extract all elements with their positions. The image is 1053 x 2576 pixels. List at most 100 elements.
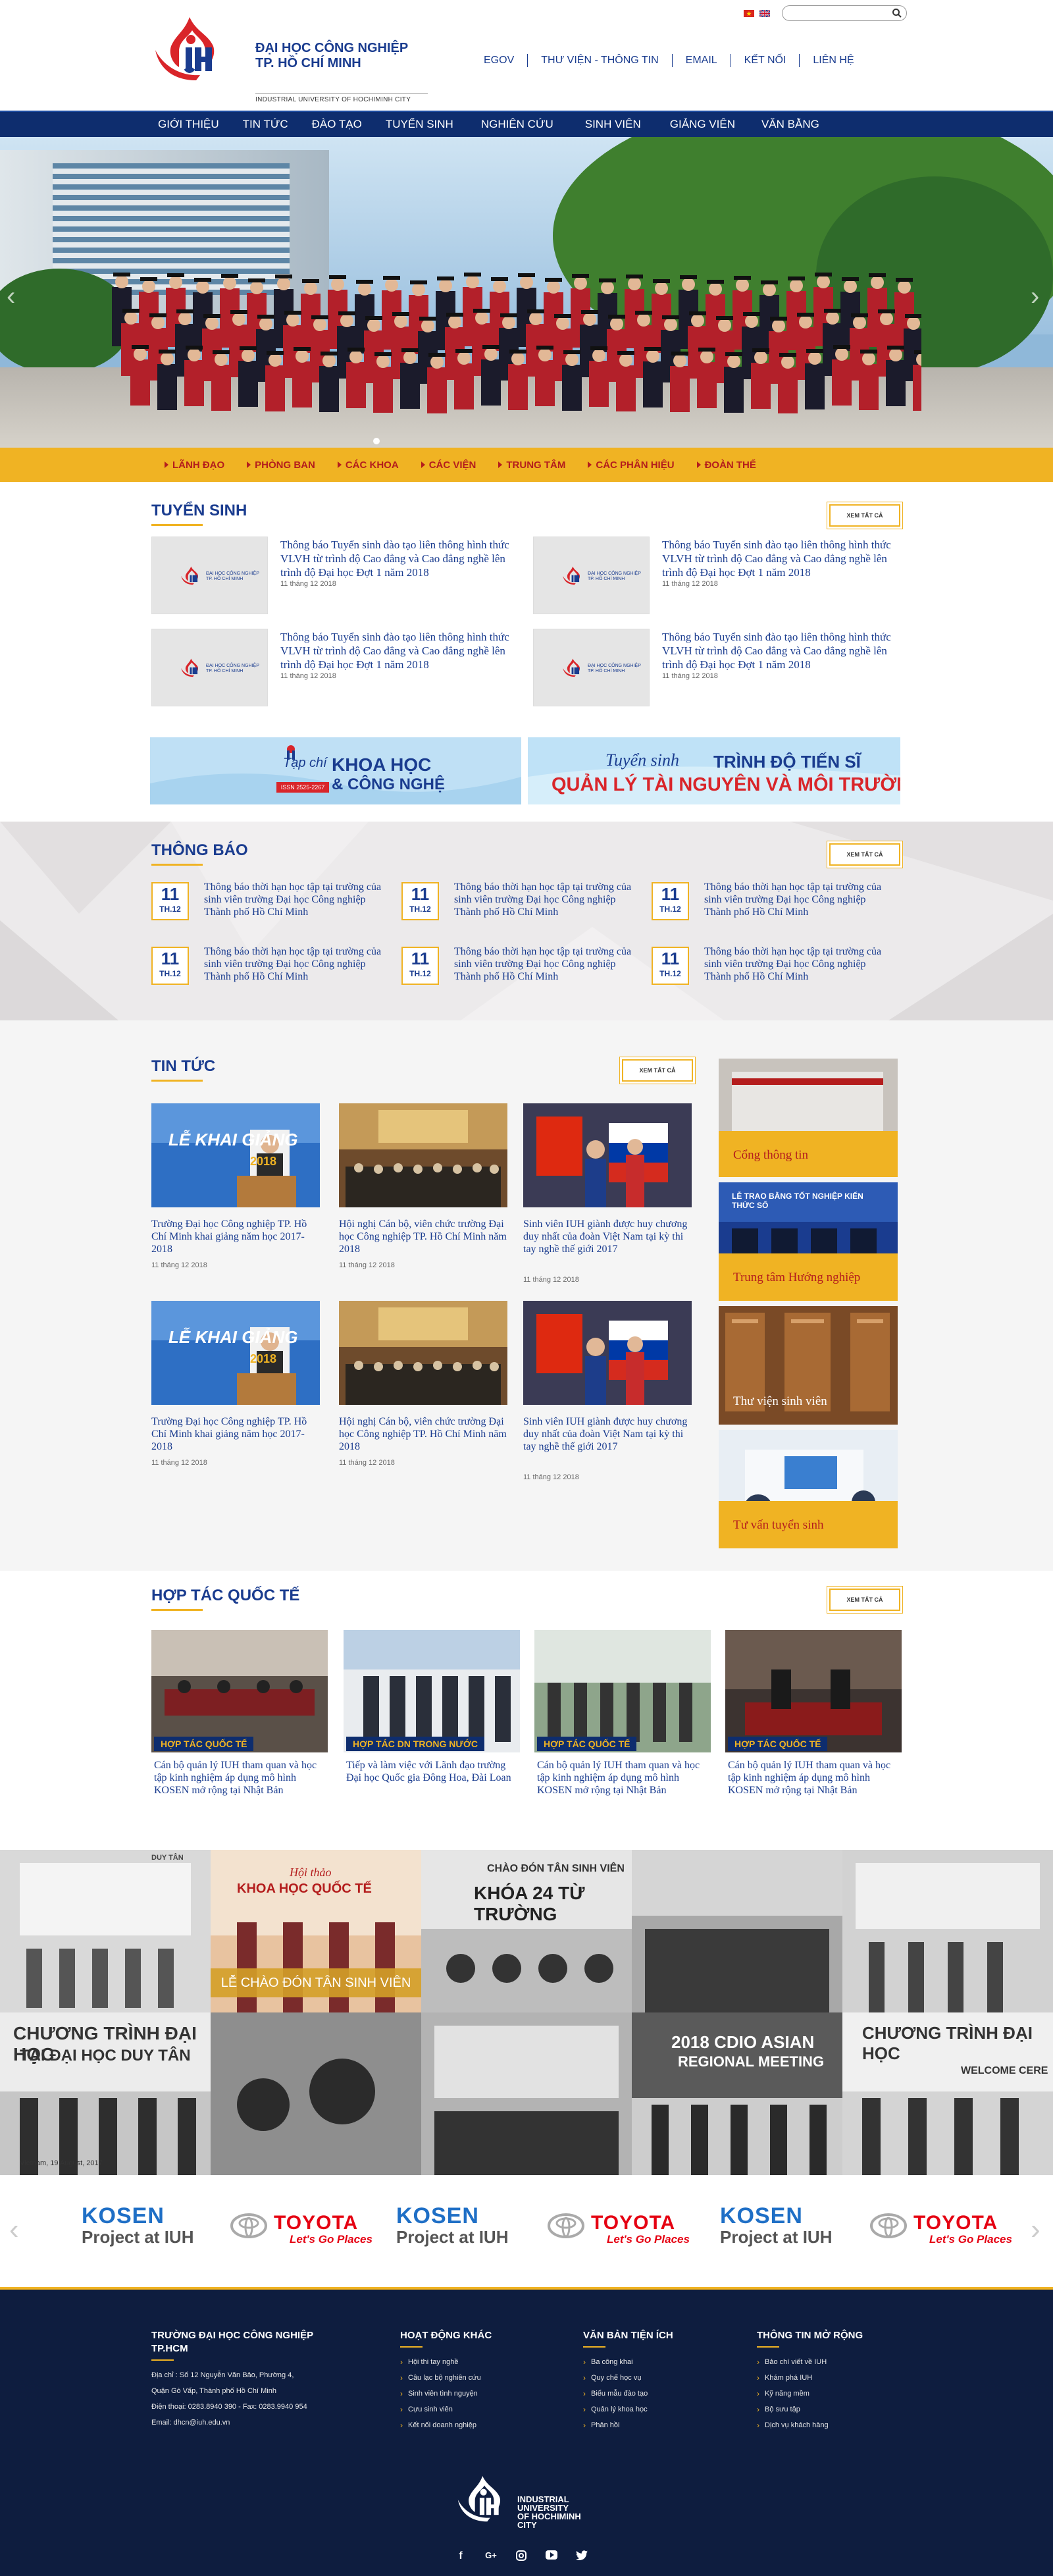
google-plus-icon[interactable]: G+: [484, 2550, 498, 2564]
news-title[interactable]: Hội nghị Cán bộ, viên chức trường Đại họ…: [339, 1218, 509, 1255]
nav-item-nghien-cuu[interactable]: NGHIÊN CỨU: [465, 112, 569, 138]
gallery-photo[interactable]: CHƯƠNG TRÌNH ĐẠI HỌC TẠI ĐẠI HỌC DUY TÂN: [0, 2012, 211, 2175]
cooperation-item[interactable]: HỢP TÁC QUỐC TẾ Cán bộ quản lý IUH tham …: [534, 1630, 711, 1814]
youtube-icon[interactable]: [545, 2550, 558, 2564]
footer-link[interactable]: › Cựu sinh viên: [400, 2402, 492, 2417]
subnav-item-trung-tam[interactable]: TRUNG TÂM: [498, 460, 565, 471]
view-all-hop-tac-button[interactable]: XEM TẤT CẢ: [829, 1589, 900, 1611]
subnav-item-lanh-dao[interactable]: LÃNH ĐẠO: [165, 460, 224, 471]
news-item[interactable]: Hội nghị Cán bộ, viên chức trường Đại họ…: [339, 1103, 509, 1275]
view-all-tuyen-sinh-button[interactable]: XEM TẤT CẢ: [829, 504, 900, 527]
cooperation-item[interactable]: HỢP TÁC QUỐC TẾ Cán bộ quản lý IUH tham …: [725, 1630, 902, 1814]
footer-link[interactable]: › Biểu mẫu đào tạo: [583, 2386, 673, 2402]
partner-logo-toyota[interactable]: TOYOTA Let's Go Places: [230, 2213, 372, 2246]
footer-link[interactable]: › Hội thi tay nghề: [400, 2354, 492, 2370]
site-logo[interactable]: ĐẠI HỌC CÔNG NGHIỆP TP. HỒ CHÍ MINH INDU…: [150, 12, 428, 103]
gallery-photo[interactable]: CHÀO ĐÓN TÂN SINH VIÊN KHÓA 24 TỪ TRƯỜNG: [421, 1850, 632, 2012]
footer-email[interactable]: Email: dhcn@iuh.edu.vn: [151, 2415, 336, 2431]
hero-next-arrow[interactable]: ›: [1031, 282, 1039, 311]
subnav-item-phong-ban[interactable]: PHÒNG BAN: [247, 460, 315, 471]
twitter-icon[interactable]: [575, 2550, 588, 2564]
partners-next-arrow[interactable]: ›: [1031, 2213, 1040, 2246]
view-all-thong-bao-button[interactable]: XEM TẤT CẢ: [829, 843, 900, 866]
toplink-connect[interactable]: KẾT NỐI: [731, 55, 800, 66]
announcement-item[interactable]: 11 TH.12 Thông báo thời hạn học tập tại t…: [652, 881, 888, 945]
gallery-photo[interactable]: 2018 CDIO ASIAN REGIONAL MEETING: [632, 2012, 842, 2175]
announcement-item[interactable]: 11 TH.12 Thông báo thời hạn học tập tại t…: [652, 945, 888, 1010]
journal-banner[interactable]: Tạp chí KHOA HỌC & CÔNG NGHỆ ISSN 2525-2…: [150, 737, 521, 804]
nav-item-van-bang[interactable]: VĂN BẰNG: [748, 112, 833, 138]
admission-item[interactable]: ĐẠI HỌC CÔNG NGHIỆP TP. HỒ CHÍ MINH Thông…: [151, 537, 520, 616]
footer-link[interactable]: › Sinh viên tình nguyện: [400, 2386, 492, 2402]
partner-logo-toyota[interactable]: TOYOTA Let's Go Places: [870, 2213, 1012, 2246]
view-all-tin-tuc-button[interactable]: XEM TẤT CẢ: [622, 1059, 693, 1082]
subnav-item-cac-vien[interactable]: CÁC VIỆN: [421, 460, 476, 471]
announcement-title[interactable]: Thông báo thời hạn học tập tại trường củ…: [204, 945, 382, 983]
announcement-title[interactable]: Thông báo thời hạn học tập tại trường củ…: [704, 945, 882, 983]
news-item[interactable]: LỄ KHAI GIẢNG 2018 Trường Đại học Công n…: [151, 1103, 321, 1275]
footer-link[interactable]: › Khám phá IUH: [757, 2370, 863, 2386]
cooperation-title[interactable]: Tiếp và làm việc với Lãnh đạo trường Đại…: [346, 1759, 519, 1784]
admission-item[interactable]: ĐẠI HỌC CÔNG NGHIỆP TP. HỒ CHÍ MINH Thông…: [533, 629, 902, 708]
partners-prev-arrow[interactable]: ‹: [9, 2213, 19, 2246]
subnav-item-cac-khoa[interactable]: CÁC KHOA: [337, 460, 399, 471]
vietnam-flag-icon[interactable]: [744, 9, 754, 17]
partner-logo-kosen[interactable]: KOSEN Project at IUH: [720, 2204, 833, 2246]
admission-item[interactable]: ĐẠI HỌC CÔNG NGHIỆP TP. HỒ CHÍ MINH Thông…: [533, 537, 902, 616]
announcement-item[interactable]: 11 TH.12 Thông báo thời hạn học tập tại t…: [401, 945, 638, 1010]
toplink-library[interactable]: THƯ VIỆN - THÔNG TIN: [528, 55, 671, 66]
career-center-card[interactable]: LỄ TRAO BẰNG TỐT NGHIỆP KIẾN THỨC SỐ Tru…: [719, 1182, 898, 1301]
gallery-featured-caption[interactable]: LỄ CHÀO ĐÓN TÂN SINH VIÊN: [211, 1968, 421, 1997]
footer-logo[interactable]: INDUSTRIAL UNIVERSITY OF HOCHIMINH CITY: [454, 2469, 599, 2535]
admission-item[interactable]: ĐẠI HỌC CÔNG NGHIỆP TP. HỒ CHÍ MINH Thông…: [151, 629, 520, 708]
cooperation-item[interactable]: HỢP TÁC DN TRONG NƯỚC Tiếp và làm việc v…: [344, 1630, 520, 1814]
admission-title[interactable]: Thông báo Tuyển sinh đào tạo liên thông …: [662, 630, 899, 671]
nav-item-dao-tao[interactable]: ĐÀO TẠO: [300, 112, 374, 138]
nav-item-tuyen-sinh[interactable]: TUYỂN SINH: [374, 112, 465, 138]
gallery-photo[interactable]: CHƯƠNG TRÌNH ĐẠI HỌC WELCOME CERE: [842, 2012, 1053, 2175]
admission-consult-card[interactable]: Tư vấn tuyển sinh: [719, 1430, 898, 1548]
phd-admission-banner[interactable]: Tuyển sinh TRÌNH ĐỘ TIẾN SĨ QUẢN LÝ TÀI …: [528, 737, 900, 804]
announcement-item[interactable]: 11 TH.12 Thông báo thời hạn học tập tại t…: [401, 881, 638, 945]
announcement-title[interactable]: Thông báo thời hạn học tập tại trường củ…: [454, 945, 632, 983]
footer-link[interactable]: › Dịch vụ khách hàng: [757, 2417, 863, 2433]
footer-link[interactable]: › Ba công khai: [583, 2354, 673, 2370]
partner-logo-kosen[interactable]: KOSEN Project at IUH: [82, 2204, 194, 2246]
admission-title[interactable]: Thông báo Tuyển sinh đào tạo liên thông …: [280, 630, 517, 671]
gallery-photo[interactable]: [842, 1850, 1053, 2012]
gallery-photo[interactable]: [211, 2012, 421, 2175]
uk-flag-icon[interactable]: [759, 9, 770, 17]
student-library-card[interactable]: Thư viện sinh viên: [719, 1306, 898, 1425]
partner-logo-toyota[interactable]: TOYOTA Let's Go Places: [548, 2213, 690, 2246]
news-item[interactable]: Sinh viên IUH giành được huy chương duy …: [523, 1301, 693, 1481]
gallery-photo[interactable]: [632, 1850, 842, 2012]
search-icon[interactable]: [892, 8, 902, 18]
footer-link[interactable]: › Kỹ năng mềm: [757, 2386, 863, 2402]
footer-link[interactable]: › Phản hồi: [583, 2417, 673, 2433]
footer-link[interactable]: › Kết nối doanh nghiệp: [400, 2417, 492, 2433]
nav-item-gioi-thieu[interactable]: GIỚI THIỆU: [146, 112, 231, 138]
announcement-item[interactable]: 11 TH.12 Thông báo thời hạn học tập tại t…: [151, 881, 388, 945]
subnav-item-doan-the[interactable]: ĐOÀN THỂ: [696, 460, 756, 471]
footer-link[interactable]: › Bộ sưu tập: [757, 2402, 863, 2417]
toplink-egov[interactable]: EGOV: [471, 55, 527, 66]
cooperation-title[interactable]: Cán bộ quản lý IUH tham quan và học tập …: [728, 1759, 900, 1797]
news-title[interactable]: Sinh viên IUH giành được huy chương duy …: [523, 1218, 693, 1255]
news-item[interactable]: Hội nghị Cán bộ, viên chức trường Đại họ…: [339, 1301, 509, 1472]
gallery-photo[interactable]: DUY TÂN: [0, 1850, 211, 2012]
portal-card[interactable]: Cổng thông tin: [719, 1059, 898, 1177]
cooperation-item[interactable]: HỢP TÁC QUỐC TẾ Cán bộ quản lý IUH tham …: [151, 1630, 328, 1814]
footer-link[interactable]: › Bảo chí viết về IUH: [757, 2354, 863, 2370]
admission-title[interactable]: Thông báo Tuyển sinh đào tạo liên thông …: [280, 538, 517, 579]
hero-slider[interactable]: ‹ ›: [0, 137, 1053, 448]
admission-title[interactable]: Thông báo Tuyển sinh đào tạo liên thông …: [662, 538, 899, 579]
hero-prev-arrow[interactable]: ‹: [7, 282, 15, 311]
announcement-item[interactable]: 11 TH.12 Thông báo thời hạn học tập tại t…: [151, 945, 388, 1010]
nav-item-tin-tuc[interactable]: TIN TỨC: [231, 112, 300, 138]
announcement-title[interactable]: Thông báo thời hạn học tập tại trường củ…: [704, 881, 882, 918]
announcement-title[interactable]: Thông báo thời hạn học tập tại trường củ…: [454, 881, 632, 918]
news-title[interactable]: Trường Đại học Công nghiệp TP. Hồ Chí Mi…: [151, 1218, 321, 1255]
gallery-photo[interactable]: [421, 2012, 632, 2175]
hero-pagination-dot[interactable]: [373, 438, 380, 444]
partner-logo-kosen[interactable]: KOSEN Project at IUH: [396, 2204, 509, 2246]
